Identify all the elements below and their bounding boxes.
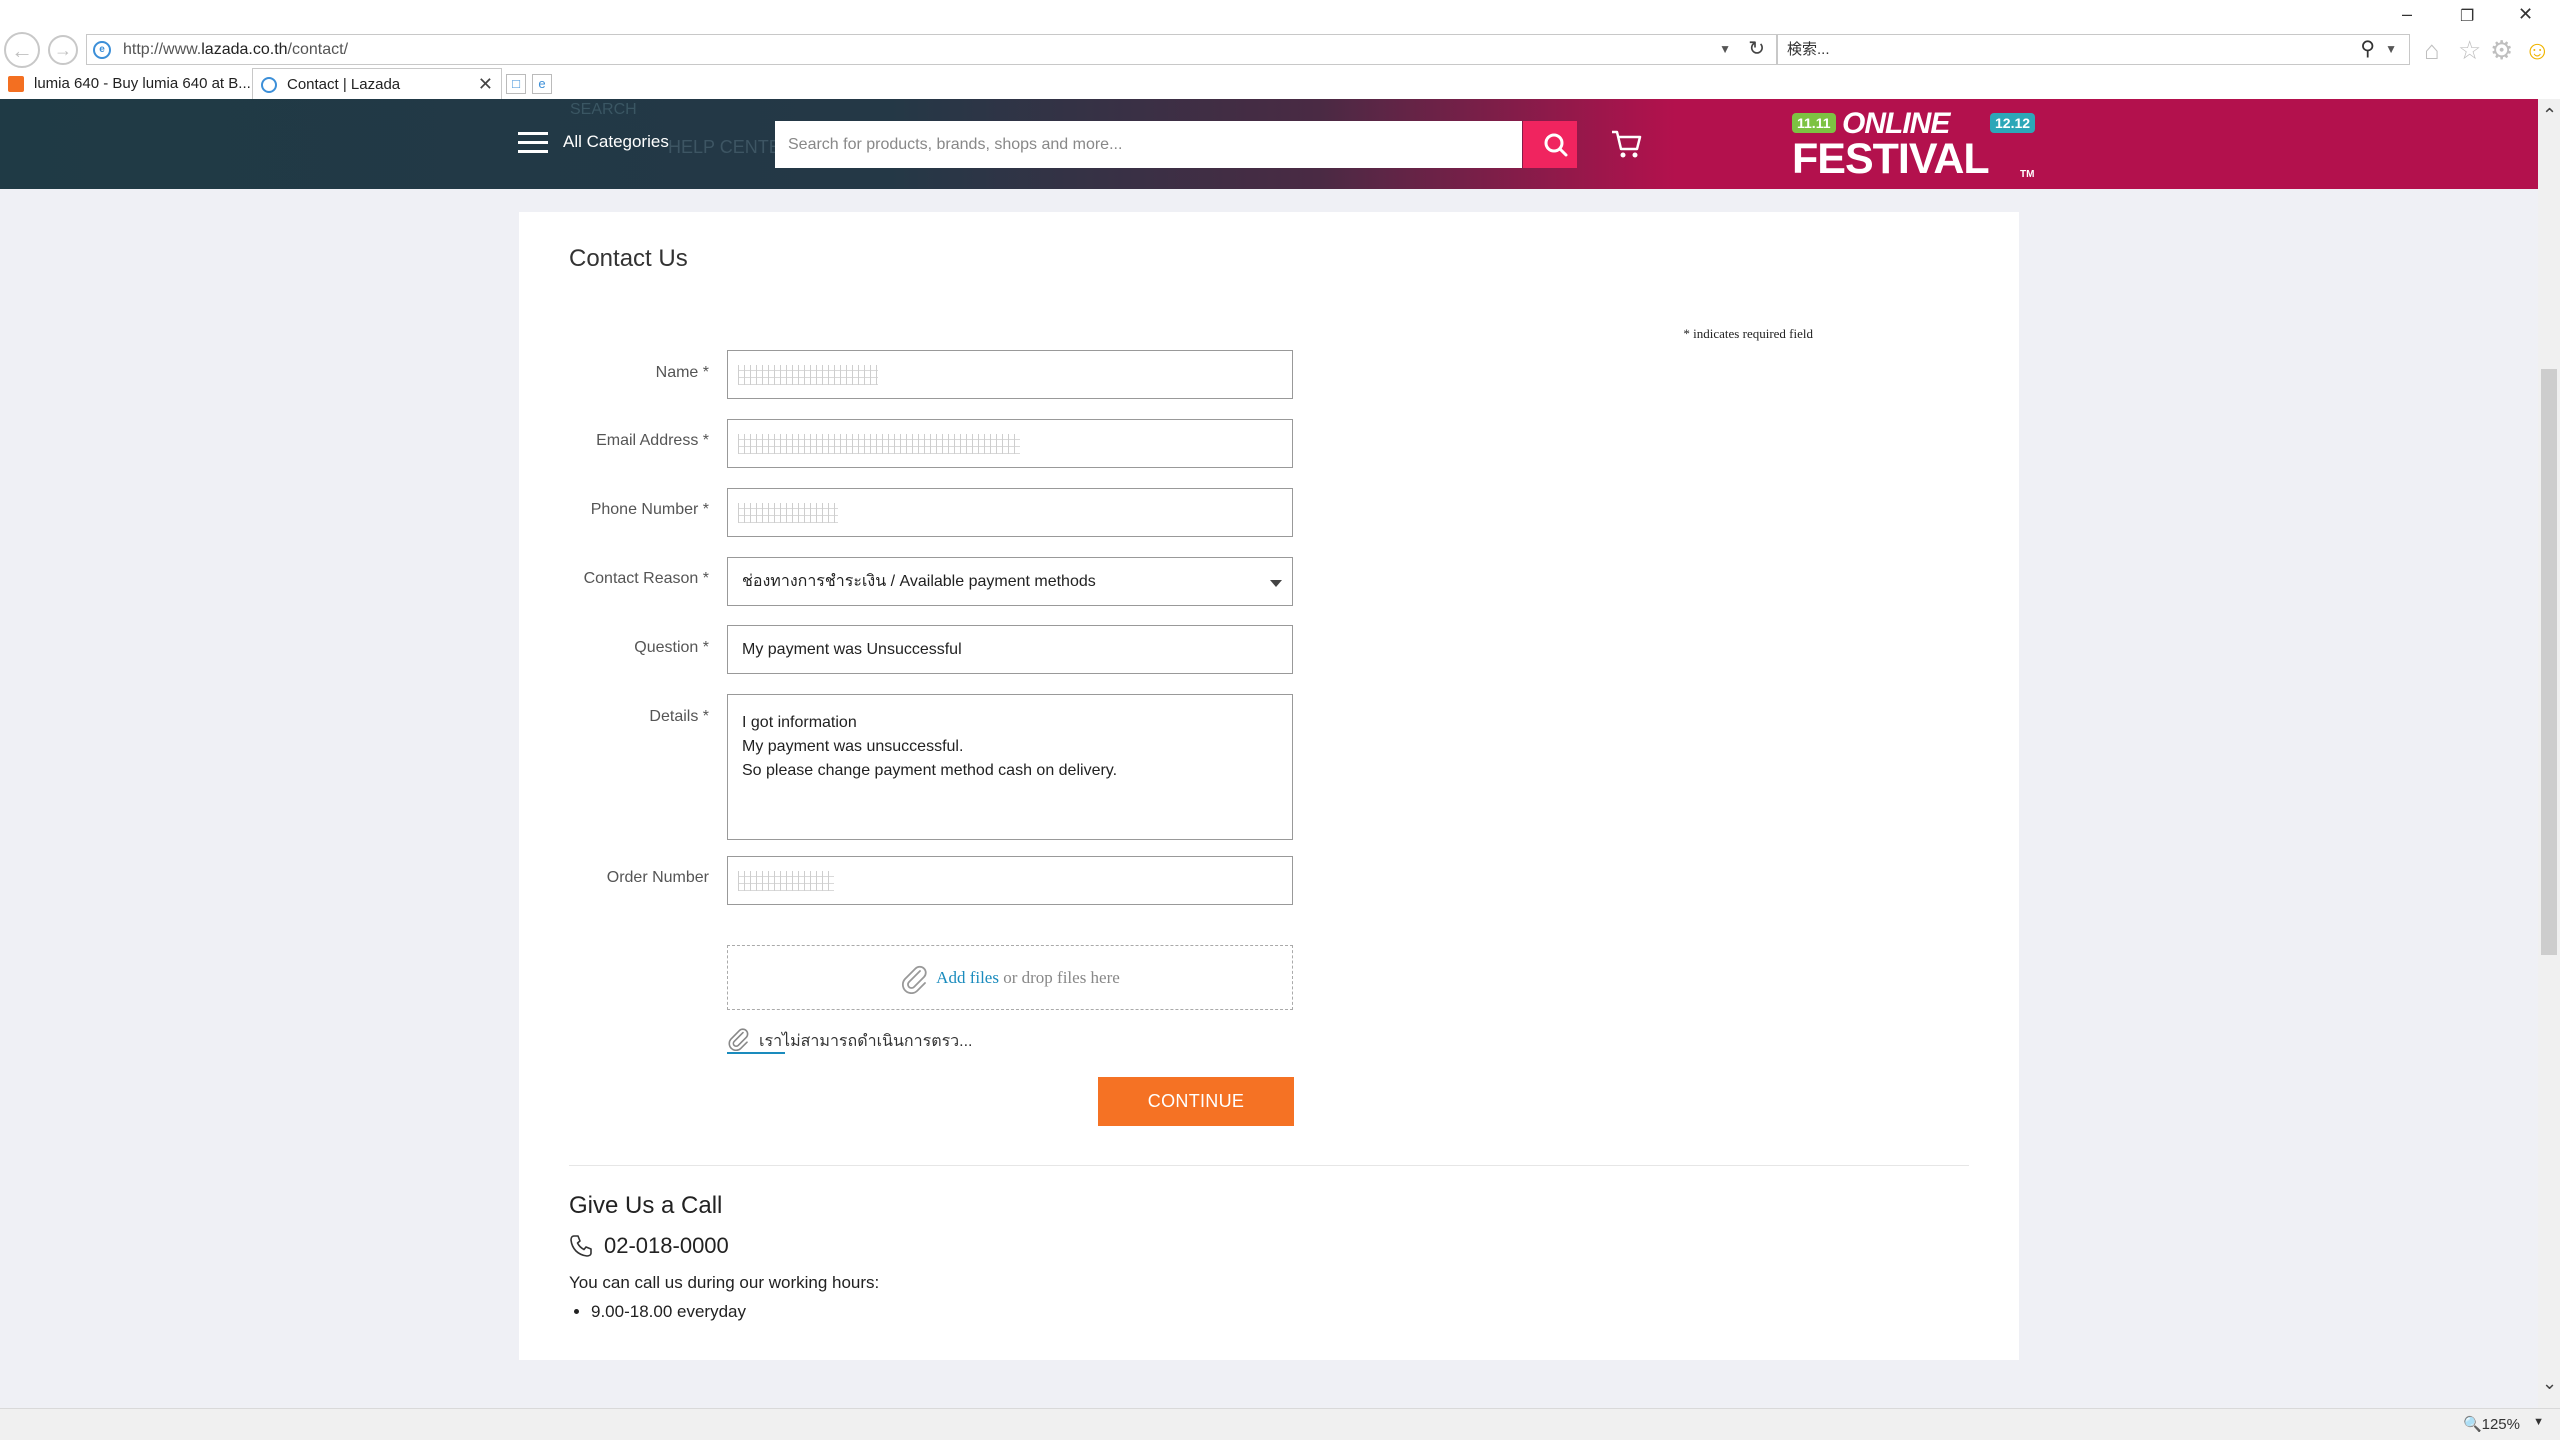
online-festival-logo[interactable]: 11.11 ONLINE 12.12 FESTIVAL TM	[1790, 107, 2036, 183]
smiley-feedback-icon[interactable]: ☺	[2524, 36, 2551, 64]
name-label: Name *	[655, 364, 709, 381]
ie-page-icon: e	[93, 41, 111, 59]
ghost-search-link: SEARCH	[570, 101, 637, 118]
masked-value	[738, 871, 834, 891]
order-number-field[interactable]	[727, 856, 1293, 905]
phone-icon	[570, 1235, 592, 1257]
address-dropdown-icon[interactable]: ▼	[1719, 35, 1731, 64]
browser-chrome: ← → e http://www.lazada.co.th/contact/ ▼…	[0, 0, 2560, 99]
zoom-level[interactable]: 🔍125%	[2463, 1415, 2520, 1433]
upload-progress-bar	[727, 1052, 785, 1054]
details-textarea[interactable]: I got information My payment was unsucce…	[727, 694, 1293, 840]
phone-label: Phone Number *	[590, 501, 709, 518]
ie-new-tab-icon[interactable]: e	[532, 74, 552, 94]
product-search-form	[775, 121, 1577, 168]
scroll-down-icon[interactable]: ⌄	[2542, 1373, 2557, 1394]
continue-button[interactable]: CONTINUE	[1098, 1077, 1294, 1126]
paperclip-icon	[728, 1028, 749, 1051]
close-tab-icon[interactable]: ✕	[478, 69, 493, 99]
phone-number[interactable]: 02-018-0000	[604, 1233, 729, 1259]
masked-value	[738, 365, 878, 385]
phone-field[interactable]	[727, 488, 1293, 537]
back-icon[interactable]: ←	[4, 32, 40, 68]
refresh-icon[interactable]: ↻	[1748, 35, 1765, 64]
gear-icon[interactable]: ⚙	[2490, 36, 2513, 64]
zoom-icon: 🔍	[2462, 1416, 2482, 1433]
search-icon[interactable]: ⚲	[2360, 35, 2375, 64]
scrollbar-thumb[interactable]	[2541, 369, 2557, 955]
new-tab-icon[interactable]: □	[506, 74, 526, 94]
page-scrollbar[interactable]: ⌃ ⌄	[2538, 99, 2560, 1408]
attached-file-name: เราไม่สามารถดำเนินการตรว...	[759, 1033, 973, 1050]
page-title: Contact Us	[569, 245, 688, 272]
forward-icon[interactable]: →	[48, 35, 78, 65]
tab-contact[interactable]: Contact | Lazada ✕	[252, 68, 502, 99]
file-drop-zone[interactable]: Add files or drop files here	[727, 945, 1293, 1010]
minimize-icon[interactable]: –	[2402, 4, 2412, 25]
address-url[interactable]: http://www.lazada.co.th/contact/	[123, 35, 348, 64]
restore-icon[interactable]: ❐	[2460, 6, 2474, 26]
all-categories-link[interactable]: All Categories	[563, 132, 669, 152]
ie-page-icon	[261, 77, 277, 93]
scroll-up-icon[interactable]: ⌃	[2542, 105, 2557, 126]
masked-value	[738, 503, 838, 523]
email-field[interactable]	[727, 419, 1293, 468]
contact-card: Contact Us * indicates required field Na…	[519, 212, 2019, 1360]
browser-search-placeholder: 検索...	[1787, 41, 1830, 58]
add-files-link[interactable]: Add files	[936, 968, 999, 987]
working-hours-intro: You can call us during our working hours…	[569, 1273, 880, 1292]
browser-search-box[interactable]: 検索... ⚲ ▼	[1776, 34, 2410, 65]
drop-files-text: or drop files here	[998, 968, 1120, 987]
list-item: 9.00-18.00 everyday	[591, 1302, 746, 1322]
name-field[interactable]	[727, 350, 1293, 399]
close-window-icon[interactable]: ✕	[2518, 4, 2533, 25]
tab-label: Contact | Lazada	[287, 76, 401, 93]
product-search-input[interactable]	[775, 121, 1522, 168]
favorites-star-icon[interactable]: ☆	[2458, 36, 2481, 64]
site-header: SEARCH HELP CENTER All Categories 11.11 …	[0, 99, 2538, 189]
tab-label: lumia 640 - Buy lumia 640 at B...	[34, 75, 251, 92]
question-label: Question *	[634, 639, 709, 656]
contact-reason-label: Contact Reason *	[583, 570, 709, 587]
address-bar[interactable]: e http://www.lazada.co.th/contact/ ▼ ↻	[86, 34, 1778, 65]
zoom-dropdown-icon[interactable]: ▼	[2533, 1416, 2544, 1428]
search-icon	[1544, 133, 1568, 157]
cart-icon[interactable]	[1610, 127, 1644, 161]
question-input[interactable]	[727, 625, 1293, 674]
chevron-down-icon	[1270, 580, 1282, 587]
contact-reason-select[interactable]: ช่องทางการชำระเงิน / Available payment m…	[727, 557, 1293, 606]
lazada-favicon-icon	[8, 76, 24, 92]
paperclip-icon	[902, 966, 927, 995]
give-us-a-call-title: Give Us a Call	[569, 1192, 723, 1219]
working-hours-list: 9.00-18.00 everyday	[569, 1302, 746, 1322]
masked-value	[738, 434, 1020, 454]
home-icon[interactable]: ⌂	[2424, 36, 2440, 64]
product-search-button[interactable]	[1523, 121, 1577, 168]
tab-strip: lumia 640 - Buy lumia 640 at B... Contac…	[0, 68, 2560, 99]
details-label: Details *	[649, 708, 709, 725]
search-dropdown-icon[interactable]: ▼	[2385, 35, 2397, 64]
hamburger-menu-icon[interactable]	[518, 132, 548, 154]
status-bar: 🔍125% ▼	[0, 1408, 2560, 1440]
section-divider	[569, 1165, 1969, 1166]
contact-reason-value: ช่องทางการชำระเงิน / Available payment m…	[742, 573, 1096, 590]
email-label: Email Address *	[596, 432, 709, 449]
required-field-note: * indicates required field	[1683, 326, 1813, 341]
tab-lumia[interactable]: lumia 640 - Buy lumia 640 at B...	[0, 68, 252, 99]
order-number-label: Order Number	[606, 869, 709, 886]
